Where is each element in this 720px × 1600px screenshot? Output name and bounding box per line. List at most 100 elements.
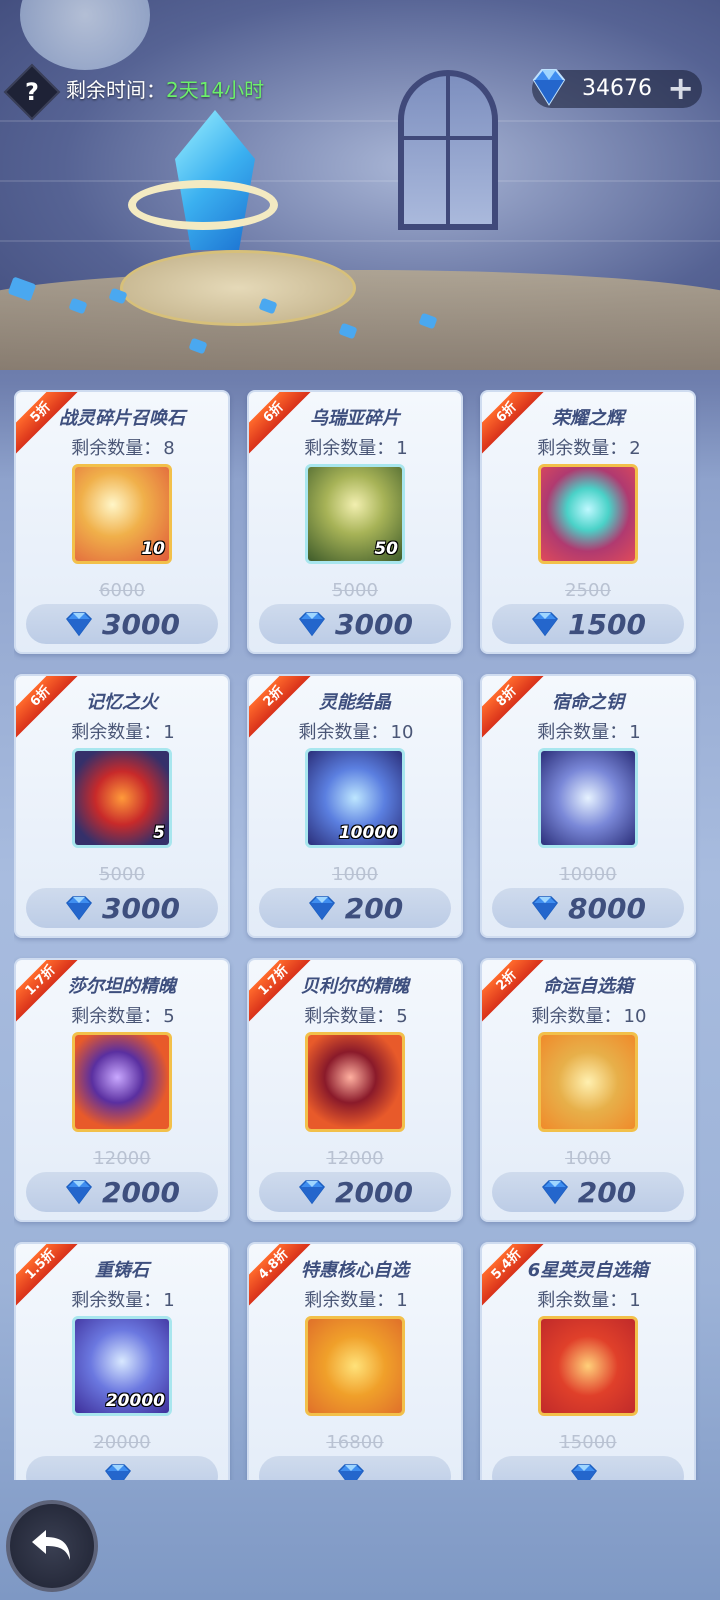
buy-button[interactable]: 8000 (492, 888, 684, 928)
item-name: 重铸石 (95, 1260, 149, 1281)
buy-button[interactable]: 3000 (259, 604, 451, 644)
shop-item-card[interactable]: 6折 荣耀之辉 剩余数量： 2 2500 1500 (480, 390, 696, 654)
shop-item-card[interactable]: 1.5折 重铸石 剩余数量： 1 20000 20000 (14, 1242, 230, 1480)
item-icon-frame[interactable]: 50 (305, 464, 405, 564)
shop-item-card[interactable]: 2折 灵能结晶 剩余数量： 10 10000 1000 200 (247, 674, 463, 938)
item-icon-frame[interactable]: 5 (72, 748, 172, 848)
remaining-quantity: 剩余数量： 2 (482, 434, 694, 460)
item-icon-frame[interactable] (538, 748, 638, 848)
buy-button[interactable]: 1500 (492, 604, 684, 644)
sale-price: 3000 (102, 607, 180, 641)
buy-button[interactable]: 200 (492, 1172, 684, 1212)
add-diamond-button[interactable]: + (667, 72, 694, 104)
diamond-icon (571, 1464, 597, 1480)
shop-item-card[interactable]: 4.8折 特惠核心自选 剩余数量： 1 16800 (247, 1242, 463, 1480)
item-icon-frame[interactable]: 10 (72, 464, 172, 564)
quantity-label: 剩余数量： (71, 438, 162, 459)
shop-item-card[interactable]: 5折 战灵碎片召唤石 剩余数量： 8 10 6000 3000 (14, 390, 230, 654)
item-icon-frame[interactable] (72, 1032, 172, 1132)
item-name: 命运自选箱 (543, 976, 633, 997)
diamond-icon (532, 896, 559, 921)
remaining-quantity: 剩余数量： 10 (482, 1002, 694, 1028)
item-name: 战灵碎片召唤石 (59, 408, 185, 429)
shop-item-card[interactable]: 8折 宿命之钥 剩余数量： 1 10000 8000 (480, 674, 696, 938)
quantity-label: 剩余数量： (304, 1006, 395, 1027)
item-name: 记忆之火 (86, 692, 158, 713)
floor (0, 270, 720, 370)
quantity-label: 剩余数量： (71, 1006, 162, 1027)
buy-button[interactable]: 2000 (259, 1172, 451, 1212)
original-price: 1000 (565, 1148, 611, 1169)
remaining-quantity: 剩余数量： 8 (16, 434, 228, 460)
diamond-icon (532, 69, 566, 106)
shop-banner-scene (0, 0, 720, 370)
core-card-icon (308, 1319, 402, 1413)
shop-item-card[interactable]: 6折 乌瑞亚碎片 剩余数量： 1 50 5000 3000 (247, 390, 463, 654)
original-price: 16800 (326, 1432, 384, 1453)
original-price: 20000 (93, 1432, 151, 1453)
buy-button[interactable]: 200 (259, 888, 451, 928)
remaining-quantity: 剩余数量： 1 (482, 1286, 694, 1312)
item-name: 荣耀之辉 (552, 408, 624, 429)
item-icon-frame[interactable] (538, 1032, 638, 1132)
remaining-time: 剩余时间：2天14小时 (66, 74, 264, 106)
item-count: 5 (153, 823, 165, 843)
shop-item-card[interactable]: 1.7折 贝利尔的精魄 剩余数量： 5 12000 2000 (247, 958, 463, 1222)
remaining-quantity: 剩余数量： 1 (249, 434, 461, 460)
sale-price: 200 (344, 891, 404, 925)
back-button[interactable] (6, 1500, 98, 1592)
remaining-quantity: 剩余数量： 5 (249, 1002, 461, 1028)
sale-price: 2000 (335, 1175, 413, 1209)
remaining-quantity: 剩余数量： 1 (16, 718, 228, 744)
sale-price: 8000 (568, 891, 646, 925)
quantity-value: 1 (629, 722, 641, 743)
quantity-label: 剩余数量： (304, 438, 395, 459)
item-count: 10000 (338, 823, 398, 843)
diamond-icon (308, 896, 335, 921)
quantity-value: 1 (163, 722, 175, 743)
quantity-label: 剩余数量： (537, 438, 628, 459)
back-arrow-icon (32, 1530, 70, 1560)
diamond-icon (66, 1180, 93, 1205)
remaining-quantity: 剩余数量： 5 (16, 1002, 228, 1028)
shop-item-card[interactable]: 2折 命运自选箱 剩余数量： 10 1000 200 (480, 958, 696, 1222)
original-price: 10000 (559, 864, 617, 885)
buy-button[interactable]: 3000 (26, 888, 218, 928)
item-icon-frame[interactable] (305, 1316, 405, 1416)
buy-button[interactable] (492, 1456, 684, 1480)
buy-button[interactable] (259, 1456, 451, 1480)
quantity-label: 剩余数量： (531, 1006, 622, 1027)
shop-item-card[interactable]: 6折 记忆之火 剩余数量： 1 5 5000 3000 (14, 674, 230, 938)
item-name: 宿命之钥 (552, 692, 624, 713)
item-icon-frame[interactable] (538, 464, 638, 564)
quantity-value: 10 (623, 1006, 647, 1027)
buy-button[interactable] (26, 1456, 218, 1480)
remaining-quantity: 剩余数量： 1 (16, 1286, 228, 1312)
quantity-label: 剩余数量： (304, 1290, 395, 1311)
diamond-icon (532, 612, 559, 637)
shop-item-card[interactable]: 1.7折 莎尔坦的精魄 剩余数量： 5 12000 2000 (14, 958, 230, 1222)
item-name: 乌瑞亚碎片 (310, 408, 400, 429)
quantity-value: 5 (163, 1006, 175, 1027)
item-icon-frame[interactable]: 10000 (305, 748, 405, 848)
quantity-value: 1 (396, 1290, 408, 1311)
item-icon-frame[interactable] (305, 1032, 405, 1132)
crystal-altar (120, 250, 356, 326)
shop-item-grid: 5折 战灵碎片召唤石 剩余数量： 8 10 6000 3000 6折 乌瑞亚碎片 剩余数量： 1 50… (14, 390, 708, 1480)
item-count: 20000 (105, 1391, 165, 1411)
fate-chest-icon (541, 1035, 635, 1129)
quantity-value: 2 (629, 438, 641, 459)
original-price: 15000 (559, 1432, 617, 1453)
item-icon-frame[interactable] (538, 1316, 638, 1416)
original-price: 2500 (565, 580, 611, 601)
quantity-label: 剩余数量： (537, 722, 628, 743)
buy-button[interactable]: 2000 (26, 1172, 218, 1212)
timer-label: 剩余时间： (66, 78, 166, 102)
original-price: 6000 (99, 580, 145, 601)
diamond-icon (541, 1180, 568, 1205)
quantity-value: 1 (396, 438, 408, 459)
buy-button[interactable]: 3000 (26, 604, 218, 644)
item-icon-frame[interactable]: 20000 (72, 1316, 172, 1416)
shop-item-card[interactable]: 5.4折 6星英灵自选箱 剩余数量： 1 15000 (480, 1242, 696, 1480)
original-price: 5000 (99, 864, 145, 885)
